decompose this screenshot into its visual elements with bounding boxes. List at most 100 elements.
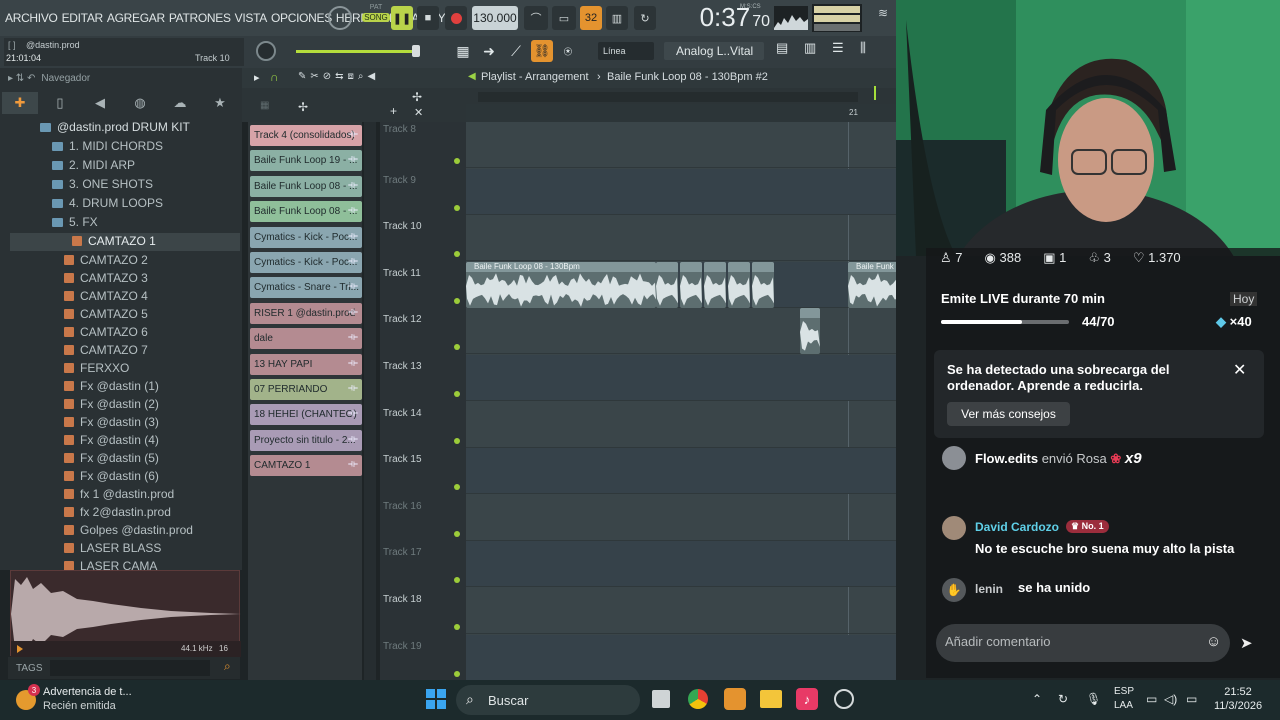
obs-icon[interactable]: [834, 689, 854, 709]
track-mute-led[interactable]: [454, 344, 460, 351]
browser-file[interactable]: Fx @dastin (5): [64, 451, 159, 465]
link-icon[interactable]: ⛓: [531, 40, 553, 62]
preset-select[interactable]: Analog L..Vital: [664, 42, 764, 60]
add-track-icon[interactable]: +: [390, 104, 397, 118]
track-lane[interactable]: [466, 588, 896, 634]
track-mute-led[interactable]: [454, 297, 460, 304]
browser-file[interactable]: CAMTAZO 2: [64, 253, 148, 267]
browser-icon[interactable]: ☰: [832, 40, 852, 62]
track-label[interactable]: Track 14: [383, 408, 422, 419]
track-label[interactable]: Track 15: [383, 454, 422, 465]
browser-file[interactable]: CAMTAZO 5: [64, 307, 148, 321]
master-volume-knob[interactable]: [256, 41, 276, 61]
browser-root-folder[interactable]: @dastin.prod DRUM KIT: [40, 120, 190, 134]
picker-clip[interactable]: 07 PERRIANDO ⟛: [250, 379, 362, 400]
pat-song-switch[interactable]: PAT SONG: [362, 4, 390, 32]
windows-start-icon[interactable]: [426, 689, 446, 709]
picker-clip[interactable]: 18 HEHEI (CHANTEO) ⟛: [250, 404, 362, 426]
picker-clip[interactable]: Proyecto sin titulo - 2... ⟛: [250, 429, 362, 451]
playlist-grid[interactable]: Baile Funk Loop 08 - 130Bpm Baile Funk Lo…: [466, 122, 896, 680]
playlist-icon[interactable]: ▤: [776, 40, 796, 62]
fl-studio-icon[interactable]: [724, 688, 746, 710]
browser-folder[interactable]: 3. ONE SHOTS: [52, 177, 153, 191]
browser-selected-file[interactable]: CAMTAZO 1: [72, 234, 156, 248]
browser-file[interactable]: Fx @dastin (4): [64, 433, 159, 447]
browser-file[interactable]: Fx @dastin (1): [64, 379, 159, 393]
track-lane[interactable]: [466, 541, 896, 588]
browser-file[interactable]: CAMTAZO 4: [64, 289, 148, 303]
tags-input[interactable]: [50, 660, 210, 676]
audio-clip[interactable]: [680, 261, 702, 308]
send-icon[interactable]: ➤: [1240, 634, 1253, 652]
browser-file[interactable]: CAMTAZO 6: [64, 325, 148, 339]
metronome-icon[interactable]: ⌒: [524, 6, 548, 30]
channel-rack-icon[interactable]: ▥: [804, 40, 824, 62]
tool-icons[interactable]: ✎✂⊘⇆⧈⌕◀: [298, 71, 379, 82]
menu-opciones[interactable]: OPCIONES: [271, 11, 332, 25]
menu-editar[interactable]: EDITAR: [62, 11, 104, 25]
track-mute-led[interactable]: [454, 530, 460, 537]
mixer-fader-icon[interactable]: ⫼: [860, 40, 880, 62]
picker-clip[interactable]: Baile Funk Loop 08 - ... ⟛: [250, 175, 362, 197]
close-icon[interactable]: ✕: [1233, 360, 1246, 380]
picker-scrollbar[interactable]: [364, 122, 376, 680]
chrome-icon[interactable]: [688, 689, 708, 709]
browser-folder[interactable]: 4. DRUM LOOPS: [52, 196, 163, 210]
notification-title[interactable]: Advertencia de t...: [43, 686, 132, 698]
mixer-icon[interactable]: ≋: [878, 6, 896, 30]
picker-clip[interactable]: Cymatics - Snare - Tri... ⟛: [250, 277, 362, 299]
browser-file[interactable]: FERXXO: [64, 361, 129, 375]
master-pitch-knob[interactable]: [328, 6, 352, 30]
picker-clip[interactable]: Baile Funk Loop 19 - ... ⟛: [250, 150, 362, 172]
browser-file[interactable]: CAMTAZO 7: [64, 343, 148, 357]
master-volume-slider[interactable]: [296, 50, 418, 53]
track-label[interactable]: Track 11: [383, 268, 421, 279]
browser-file[interactable]: Fx @dastin (3): [64, 415, 159, 429]
menu-vista[interactable]: VISTA: [235, 11, 268, 25]
tab-plugins-icon[interactable]: ◀: [82, 92, 118, 114]
track-lane[interactable]: [466, 308, 896, 355]
audio-clip[interactable]: [728, 261, 750, 308]
picker-clip[interactable]: Cymatics - Kick - Poc... ⟛: [250, 226, 362, 248]
microphone-icon[interactable]: 🎙: [1086, 692, 1101, 706]
track-lane[interactable]: [466, 215, 896, 262]
track-lane[interactable]: [466, 355, 896, 401]
taskbar-search[interactable]: ⌕ Buscar: [456, 685, 640, 715]
browser-file[interactable]: LASER BLASS: [64, 541, 161, 555]
track-mute-led[interactable]: [454, 158, 460, 164]
wait-input-icon[interactable]: ▭: [552, 6, 576, 30]
comment-user[interactable]: David Cardozo: [975, 520, 1059, 534]
track-lane[interactable]: [466, 495, 896, 541]
clock-time[interactable]: 21:52: [1212, 686, 1264, 698]
search-icon[interactable]: ⌕: [224, 659, 231, 674]
browser-file[interactable]: Fx @dastin (2): [64, 397, 159, 411]
pause-button[interactable]: ❚❚: [391, 6, 413, 30]
track-lane[interactable]: [466, 448, 896, 495]
track-lane[interactable]: [466, 634, 896, 680]
horizontal-scrollbar[interactable]: [478, 92, 858, 102]
audio-clip[interactable]: Baile Funk Loop 08 - 130Bpm: [848, 261, 896, 308]
picker-clip[interactable]: Track 4 (consolidados) ⟛: [250, 125, 362, 146]
picker-clip[interactable]: Cymatics - Kick - Poc... ⟛: [250, 252, 362, 273]
track-mute-led[interactable]: [454, 577, 460, 584]
move-icon[interactable]: ✢: [412, 90, 422, 104]
record-button[interactable]: [445, 6, 467, 30]
tab-favorites-icon[interactable]: ★: [202, 92, 238, 114]
slider-handle[interactable]: [412, 45, 420, 57]
task-view-icon[interactable]: [652, 690, 670, 708]
track-mute-led[interactable]: [454, 484, 460, 491]
join-user[interactable]: lenin: [975, 582, 1003, 596]
grid-icon[interactable]: ▦: [260, 100, 269, 111]
browser-file[interactable]: fx 1 @dastin.prod: [64, 487, 174, 501]
more-tips-button[interactable]: Ver más consejos: [947, 402, 1070, 426]
track-label[interactable]: Track 16: [383, 501, 422, 512]
track-mute-led[interactable]: [454, 204, 460, 211]
track-label[interactable]: Track 18: [383, 594, 422, 605]
tempo-display[interactable]: 130.000: [472, 6, 518, 30]
gift-user[interactable]: Flow.edits: [975, 451, 1038, 466]
browser-file[interactable]: Golpes @dastin.prod: [64, 523, 193, 537]
track-mute-led[interactable]: [454, 624, 460, 630]
browser-file[interactable]: fx 2@dastin.prod: [64, 505, 171, 519]
timeline-ruler[interactable]: 21: [466, 86, 896, 122]
tab-world-icon[interactable]: ◍: [122, 92, 158, 114]
